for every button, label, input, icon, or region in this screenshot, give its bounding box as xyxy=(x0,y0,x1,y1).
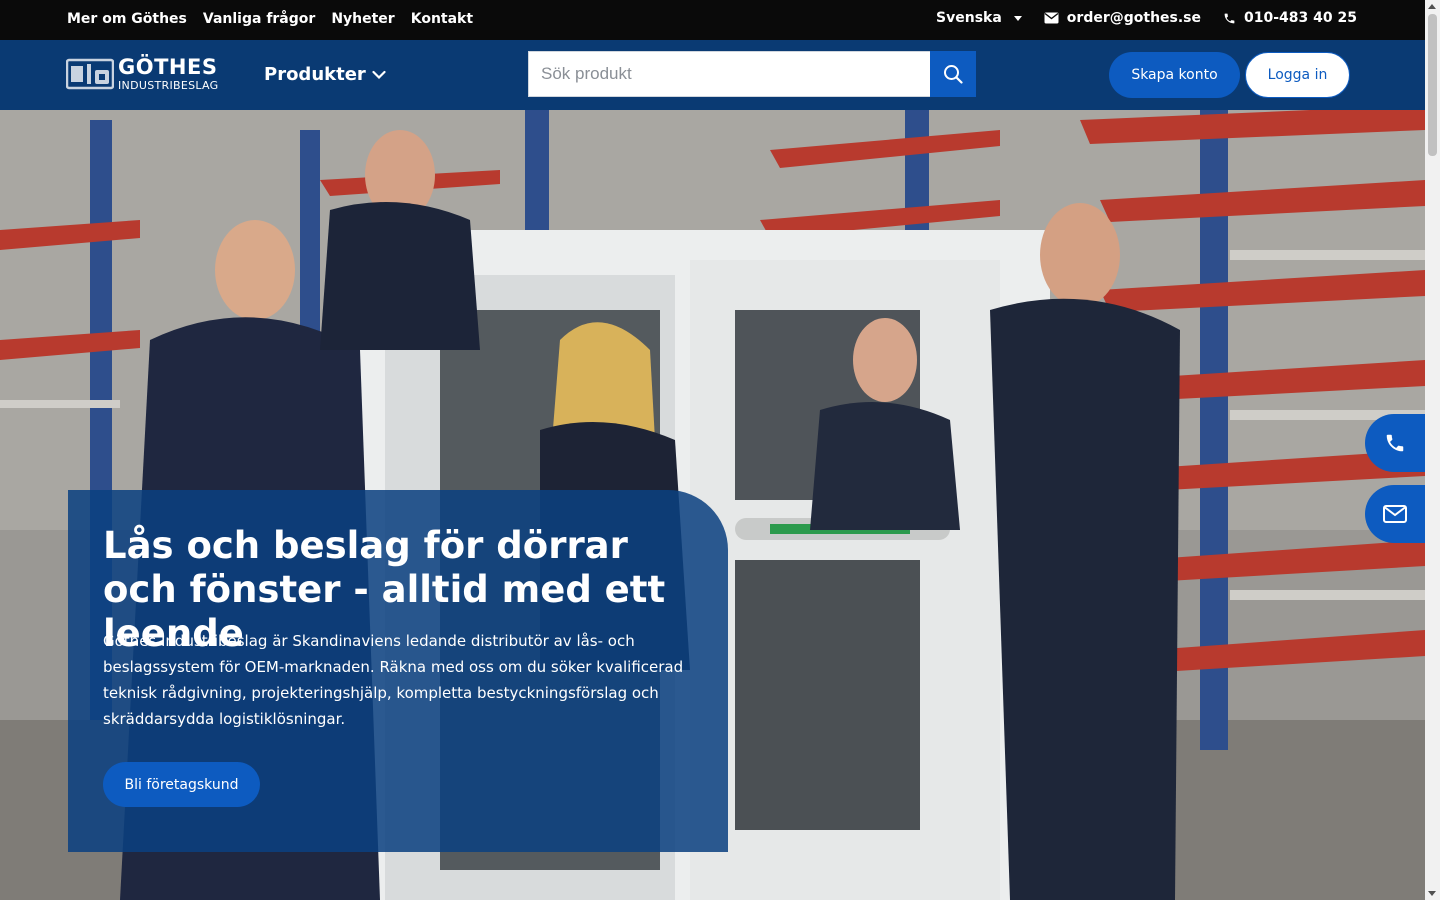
create-account-button[interactable]: Skapa konto xyxy=(1109,52,1240,98)
top-contact: Svenska order@gothes.se 010-483 40 25 xyxy=(936,10,1357,26)
phone-icon xyxy=(1386,434,1404,452)
email-link[interactable]: order@gothes.se xyxy=(1044,10,1201,26)
logo-mark-icon xyxy=(66,58,114,90)
search-bar xyxy=(528,51,976,97)
scroll-up-arrow-icon[interactable] xyxy=(1428,4,1436,9)
language-label: Svenska xyxy=(936,10,1002,26)
email-text: order@gothes.se xyxy=(1066,10,1202,26)
link-news[interactable]: Nyheter xyxy=(331,11,394,27)
become-customer-button[interactable]: Bli företagskund xyxy=(103,762,260,807)
floating-phone-button[interactable] xyxy=(1365,414,1425,472)
products-menu[interactable]: Produkter xyxy=(264,64,386,85)
link-contact[interactable]: Kontakt xyxy=(411,11,473,27)
chevron-down-icon xyxy=(372,70,386,79)
scroll-down-arrow-icon[interactable] xyxy=(1428,891,1436,896)
search-button[interactable] xyxy=(930,51,976,97)
main-header: GÖTHES INDUSTRIBESLAG Produkter Skapa ko… xyxy=(0,40,1425,110)
logo[interactable]: GÖTHES INDUSTRIBESLAG xyxy=(66,57,219,91)
caret-down-icon xyxy=(1013,15,1022,21)
search-input[interactable] xyxy=(528,51,930,97)
login-button[interactable]: Logga in xyxy=(1245,52,1350,98)
link-faq[interactable]: Vanliga frågor xyxy=(203,11,315,27)
logo-title: GÖTHES xyxy=(118,55,218,79)
language-selector[interactable]: Svenska xyxy=(936,10,1022,26)
hero-text: Göthes Industribeslag är Skandinaviens l… xyxy=(103,632,684,728)
logo-subtitle: INDUSTRIBESLAG xyxy=(118,79,219,92)
search-icon xyxy=(944,65,963,84)
link-about[interactable]: Mer om Göthes xyxy=(67,11,187,27)
scrollbar-thumb[interactable] xyxy=(1428,14,1437,156)
top-links: Mer om Göthes Vanliga frågor Nyheter Kon… xyxy=(67,11,473,27)
hero-card: Lås och beslag för dörrar och fönster - … xyxy=(68,490,728,852)
phone-link[interactable]: 010-483 40 25 xyxy=(1223,10,1357,26)
page-scrollbar[interactable] xyxy=(1425,0,1440,900)
floating-mail-button[interactable] xyxy=(1365,485,1425,543)
products-label: Produkter xyxy=(264,64,366,85)
top-utility-bar: Mer om Göthes Vanliga frågor Nyheter Kon… xyxy=(0,0,1425,40)
phone-icon xyxy=(1224,13,1235,23)
envelope-icon xyxy=(1044,12,1059,24)
hero-section: Lås och beslag för dörrar och fönster - … xyxy=(0,110,1425,900)
envelope-icon xyxy=(1383,505,1407,523)
phone-text: 010-483 40 25 xyxy=(1244,10,1357,26)
